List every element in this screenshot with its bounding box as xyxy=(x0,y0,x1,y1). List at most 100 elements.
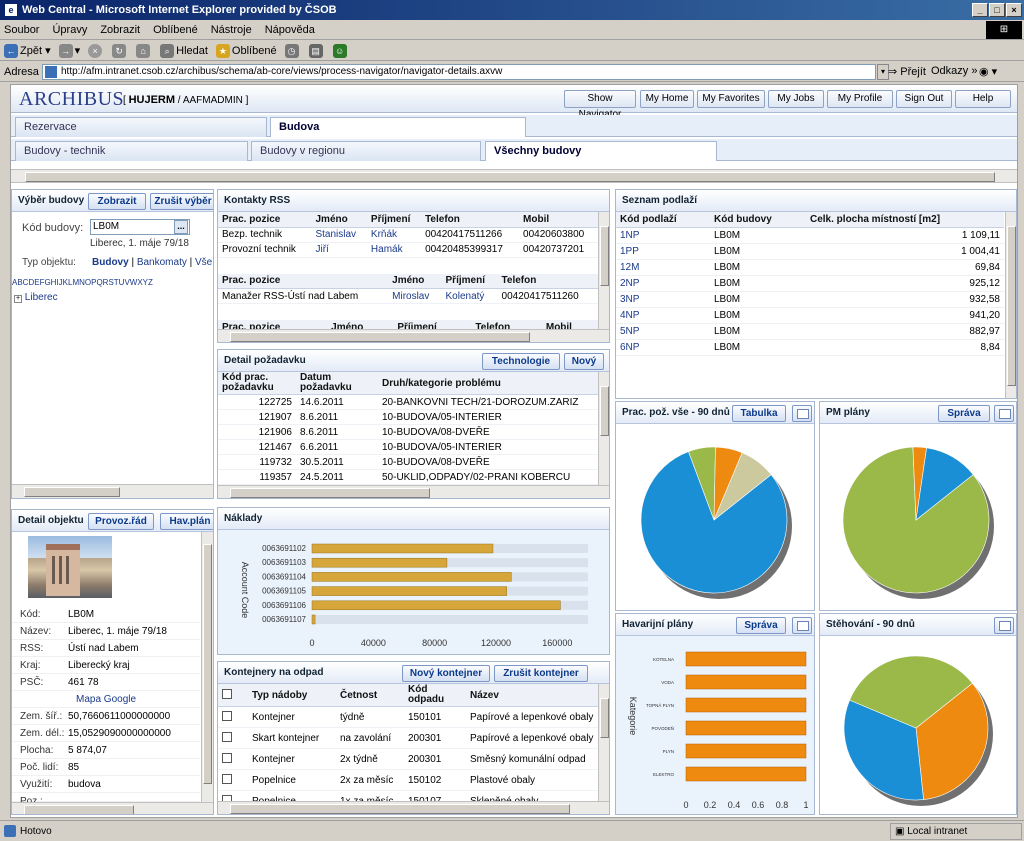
col-prac-pozice[interactable]: Prac. pozice xyxy=(218,212,312,228)
detail-hscroll-thumb[interactable] xyxy=(24,805,134,814)
tab-budovy-technik[interactable]: Budovy - technik xyxy=(15,141,248,161)
pozadavky-hscroll[interactable] xyxy=(218,485,609,498)
menu-zobrazit[interactable]: Zobrazit xyxy=(100,24,140,36)
col-kod-odpadu[interactable]: Kód odpadu xyxy=(404,684,466,707)
kontejnery-hscroll[interactable] xyxy=(218,801,609,814)
hav-export-icon[interactable] xyxy=(792,617,812,634)
minimize-button[interactable]: _ xyxy=(972,3,988,17)
tree-node-liberec[interactable]: + Liberec xyxy=(14,292,58,303)
maximize-button[interactable]: □ xyxy=(989,3,1005,17)
my-favorites-button[interactable]: My Favorites xyxy=(697,90,765,108)
table-row[interactable]: 5NP LB0M 882,97 xyxy=(616,323,1004,340)
table-row[interactable]: 4NP LB0M 941,20 xyxy=(616,307,1004,324)
podlazi-vscroll[interactable] xyxy=(1005,212,1016,398)
table-row[interactable]: Manažer RSS-Ústí nad Labem Miroslav Kolena… xyxy=(218,288,598,304)
sign-out-button[interactable]: Sign Out xyxy=(896,90,952,108)
sprava-button[interactable]: Správa xyxy=(938,405,990,422)
zrusit-kontejner-button[interactable]: Zrušit kontejner xyxy=(494,665,588,682)
col-jmeno[interactable]: Jméno xyxy=(388,273,442,289)
hav-sprava-button[interactable]: Správa xyxy=(736,617,786,634)
menu-soubor[interactable]: Soubor xyxy=(4,24,39,36)
col-prijmeni[interactable]: Příjmení xyxy=(366,212,422,228)
kontejnery-hscroll-thumb[interactable] xyxy=(230,804,570,814)
history-button[interactable]: ◷ xyxy=(284,43,301,58)
tab-budovy-v-regionu[interactable]: Budovy v regionu xyxy=(251,141,481,161)
table-row[interactable]: 121467 6.6.2011 10-BUDOVA/05-INTERIER xyxy=(218,439,598,455)
detail-vscroll[interactable] xyxy=(201,532,213,802)
col-typ-nadoby[interactable]: Typ nádoby xyxy=(248,684,336,707)
forward-button[interactable]: → ▾ xyxy=(58,43,80,58)
links-button[interactable]: Odkazy » xyxy=(931,65,977,77)
novy-kontejner-button[interactable]: Nový kontejner xyxy=(402,665,490,682)
col-kod-prac-pozadavku[interactable]: Kód prac. požadavku xyxy=(218,372,296,395)
detail-hscroll[interactable] xyxy=(12,802,213,814)
kontakty-vscroll[interactable] xyxy=(598,212,609,330)
row-checkbox[interactable] xyxy=(218,769,248,791)
address-input[interactable]: http://afm.intranet.csob.cz/archibus/sch… xyxy=(42,64,876,80)
favorites-button[interactable]: ★ Oblíbené xyxy=(215,43,277,58)
menu-upravy[interactable]: Úpravy xyxy=(52,24,87,36)
table-row[interactable]: Kontejner týdně 150101 Papírové a lepenkové… xyxy=(218,706,598,728)
my-jobs-button[interactable]: My Jobs xyxy=(768,90,824,108)
hav-plan-button[interactable]: Hav.plán xyxy=(160,513,213,530)
kontakty-vscroll-thumb[interactable] xyxy=(600,226,609,286)
table-row[interactable]: 12M LB0M 69,84 xyxy=(616,259,1004,276)
vyber-hscroll-thumb[interactable] xyxy=(24,487,120,497)
table-row[interactable]: 121907 8.6.2011 10-BUDOVA/05-INTERIER xyxy=(218,409,598,425)
table-row[interactable]: Kontejner 2x týdně 200301 Směsný komunální … xyxy=(218,748,598,770)
go-button[interactable]: ⇒ Přejít xyxy=(888,65,926,78)
provoz-rad-button[interactable]: Provoz.řád xyxy=(88,513,154,530)
page-hscroll-thumb[interactable] xyxy=(25,172,995,182)
mapa-google-link[interactable]: Mapa Google xyxy=(76,691,136,707)
pie2-export-icon[interactable] xyxy=(994,405,1014,422)
table-row[interactable]: 122725 14.6.2011 20-BANKOVNI TECH/21-DOROZ… xyxy=(218,394,598,410)
typ-budovy-link[interactable]: Budovy xyxy=(92,257,129,268)
close-button[interactable]: × xyxy=(1006,3,1022,17)
col-druh-kategorie[interactable]: Druh/kategorie problému xyxy=(378,372,598,395)
tabulka-button[interactable]: Tabulka xyxy=(732,405,786,422)
col-mobil[interactable]: Mobil xyxy=(519,212,598,228)
table-row[interactable]: 119732 30.5.2011 10-BUDOVA/08-DVEŘE xyxy=(218,454,598,470)
detail-vscroll-thumb[interactable] xyxy=(203,544,212,784)
table-row[interactable]: 6NP LB0M 8,84 xyxy=(616,339,1004,356)
menu-nastroje[interactable]: Nástroje xyxy=(211,24,252,36)
novy-pozadavek-button[interactable]: Nový xyxy=(564,353,604,370)
table-row[interactable]: 121906 8.6.2011 10-BUDOVA/08-DVEŘE xyxy=(218,424,598,440)
kontakty-hscroll-thumb[interactable] xyxy=(230,332,530,342)
tab-rezervace[interactable]: Rezervace xyxy=(15,117,267,137)
zrusit-vyber-button[interactable]: Zrušit výběr xyxy=(150,193,213,210)
row-checkbox[interactable] xyxy=(218,706,248,728)
table-row[interactable]: 119357 24.5.2011 50-UKLID,ODPADY/02-PRANI … xyxy=(218,469,598,485)
kontejnery-vscroll[interactable] xyxy=(598,684,609,802)
podlazi-vscroll-thumb[interactable] xyxy=(1007,226,1016,386)
back-button[interactable]: ← Zpět ▾ xyxy=(4,43,51,58)
col-kod-budovy[interactable]: Kód budovy xyxy=(710,212,806,228)
col-kod-podlazi[interactable]: Kód podlaží xyxy=(616,212,710,228)
col-jmeno[interactable]: Jméno xyxy=(311,212,367,228)
ie-extra-icon[interactable]: ◉ ▾ xyxy=(979,65,997,78)
select-all-checkbox[interactable] xyxy=(218,684,248,707)
col-prijmeni[interactable]: Příjmení xyxy=(441,273,498,289)
table-row[interactable]: Popelnice 2x za měsíc 150102 Plastové obaly xyxy=(218,769,598,791)
vyber-hscroll[interactable] xyxy=(12,484,213,498)
pie3-export-icon[interactable] xyxy=(994,617,1014,634)
table-row[interactable]: Skart kontejner na zavolání 200301 Papírové… xyxy=(218,727,598,749)
technologie-button[interactable]: Technologie xyxy=(482,353,560,370)
col-telefon[interactable]: Telefon xyxy=(421,212,520,228)
pie1-export-icon[interactable] xyxy=(792,405,812,422)
row-checkbox[interactable] xyxy=(218,727,248,749)
menu-napoveda[interactable]: Nápověda xyxy=(265,24,315,36)
table-row[interactable]: 2NP LB0M 925,12 xyxy=(616,275,1004,292)
kontakty-hscroll[interactable] xyxy=(218,329,609,342)
col-telefon[interactable]: Telefon xyxy=(497,273,598,289)
help-button[interactable]: Help xyxy=(955,90,1011,108)
search-button[interactable]: ⌕ Hledat xyxy=(160,43,208,58)
menu-oblibene[interactable]: Oblíbené xyxy=(153,24,198,36)
table-row[interactable]: 1NP LB0M 1 109,11 xyxy=(616,227,1004,244)
typ-vse-link[interactable]: Vše xyxy=(195,257,212,268)
table-row[interactable]: Bezp. technik Stanislav Krňák 0042041751126… xyxy=(218,227,598,243)
expand-icon[interactable]: + xyxy=(14,295,22,303)
col-celk-plocha[interactable]: Celk. plocha místností [m2] xyxy=(806,212,1004,228)
tab-vsechny-budovy[interactable]: Všechny budovy xyxy=(485,141,717,161)
col-datum-pozadavku[interactable]: Datum požadavku xyxy=(296,372,378,395)
